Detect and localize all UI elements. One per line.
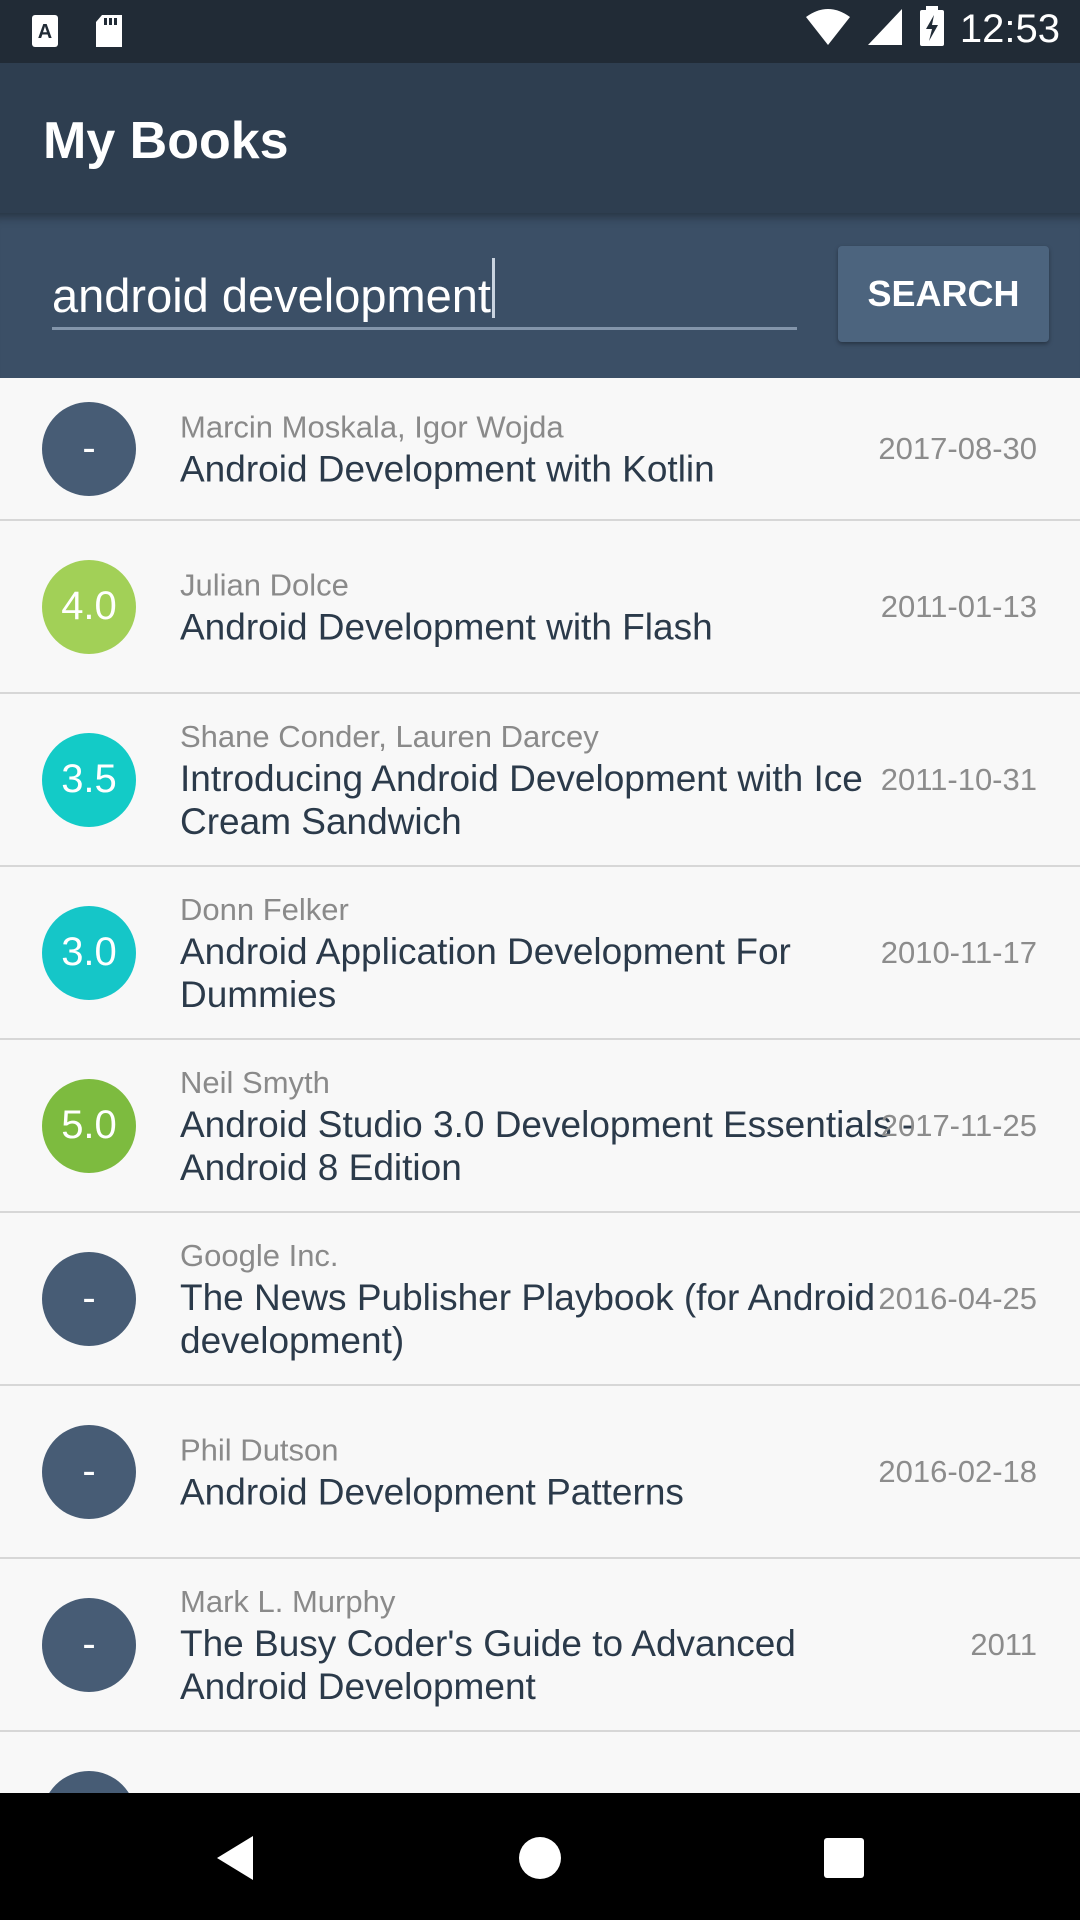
book-title: Android Development with Kotlin [180, 448, 715, 489]
rating-badge: - [42, 1597, 136, 1692]
list-item[interactable]: 3.5 Shane Conder, Lauren Darcey Introducin… [0, 694, 1080, 867]
book-title: Android Development Patterns [180, 1471, 684, 1512]
rating-badge: 3.0 [42, 905, 136, 1000]
book-text: Donn Felker Android Application Developme… [180, 890, 920, 1016]
book-text: Mark L. Murphy The Busy Coder's Guide to … [180, 1582, 920, 1708]
list-item[interactable]: - Google Inc. The News Publisher Playbook … [0, 1213, 1080, 1386]
book-author: Mark L. Murphy [180, 1583, 396, 1619]
list-item[interactable]: - Marcin Moskala, Igor Wojda Android Devel… [0, 378, 1080, 521]
list-item[interactable]: - Mark L. Murphy The Busy Coder's Guide to… [0, 1559, 1080, 1732]
rating-badge: 4.0 [42, 559, 136, 654]
book-date: 2016-02-18 [878, 1453, 1037, 1489]
rating-badge: - [42, 1251, 136, 1346]
book-text: Shane Conder, Lauren Darcey Introducing A… [180, 717, 920, 843]
book-title: The Busy Coder's Guide to Advanced Andro… [180, 1622, 796, 1707]
list-item[interactable]: 4.0 Julian Dolce Android Development with … [0, 521, 1080, 694]
recents-icon[interactable] [814, 1828, 874, 1888]
book-title: Android Studio 3.0 Development Essential… [180, 1103, 915, 1188]
search-section: SEARCH [0, 213, 1080, 378]
rating-badge [42, 1770, 136, 1793]
book-date: 2011-01-13 [880, 588, 1037, 624]
book-title: The News Publisher Playbook (for Android… [180, 1276, 876, 1361]
book-text: Neil Smyth Android Studio 3.0 Development… [180, 1063, 920, 1189]
book-date: 2011 [970, 1626, 1037, 1662]
book-text: Julian Dolce Android Development with Fla… [180, 565, 920, 648]
battery-charging-icon [918, 6, 946, 53]
book-date: 2011-10-31 [880, 761, 1037, 797]
book-date: 2017-11-25 [880, 1107, 1037, 1143]
app-title: My Books [43, 112, 289, 170]
search-input[interactable] [52, 263, 797, 330]
book-text: Google Inc. The News Publisher Playbook (… [180, 1236, 920, 1362]
navigation-bar [0, 1793, 1080, 1920]
list-item[interactable]: - Phil Dutson Android Development Patterns… [0, 1386, 1080, 1559]
cell-signal-icon [866, 7, 904, 52]
sd-card-icon [94, 13, 124, 54]
wifi-icon [804, 7, 852, 52]
book-author: Marcin Moskala, Igor Wojda [180, 409, 564, 444]
status-bar: A 12:53 [0, 0, 1080, 63]
book-author: Donn Felker [180, 891, 349, 927]
book-date: 2016-04-25 [878, 1280, 1037, 1316]
book-author: Julian Dolce [180, 567, 349, 602]
rating-badge: - [42, 401, 136, 496]
back-icon[interactable] [205, 1828, 265, 1888]
status-time: 12:53 [959, 7, 1060, 51]
book-text: Marcin Moskala, Igor Wojda Android Develo… [180, 407, 920, 490]
svg-text:A: A [38, 21, 52, 43]
book-title: Android Development with Flash [180, 606, 713, 647]
list-item[interactable]: Lauren Darcey, Shane Conder [0, 1732, 1080, 1793]
rating-badge: - [42, 1424, 136, 1519]
rating-badge: 3.5 [42, 732, 136, 827]
book-date: 2017-08-30 [878, 430, 1037, 466]
book-title: Android Application Development For Dumm… [180, 930, 791, 1015]
a-notification-icon: A [30, 13, 60, 54]
list-item[interactable]: 5.0 Neil Smyth Android Studio 3.0 Developm… [0, 1040, 1080, 1213]
book-title: Introducing Android Development with Ice… [180, 757, 863, 842]
book-author: Neil Smyth [180, 1064, 330, 1100]
book-author: Phil Dutson [180, 1432, 339, 1467]
text-cursor [492, 258, 495, 318]
book-author: Shane Conder, Lauren Darcey [180, 718, 599, 754]
rating-badge: 5.0 [42, 1078, 136, 1173]
book-text: Phil Dutson Android Development Patterns [180, 1430, 920, 1513]
app-bar: My Books [0, 63, 1080, 213]
book-date: 2010-11-17 [880, 934, 1037, 970]
list-item[interactable]: 3.0 Donn Felker Android Application Develo… [0, 867, 1080, 1040]
search-button[interactable]: SEARCH [838, 246, 1049, 342]
book-list[interactable]: - Marcin Moskala, Igor Wojda Android Devel… [0, 378, 1080, 1793]
book-author: Google Inc. [180, 1237, 339, 1273]
home-icon[interactable] [510, 1828, 570, 1888]
